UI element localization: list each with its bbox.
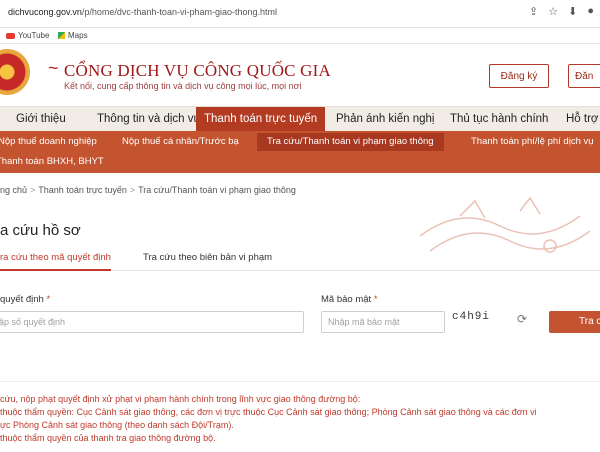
captcha-image: c4h9i [452,311,491,323]
page-title: a cứu hồ sơ [0,222,81,239]
breadcrumb: ng chủ > Thanh toán trực tuyến > Tra cứu/Tha… [0,185,296,195]
nav-item-feedback[interactable]: Phản ánh kiến nghị [336,107,434,132]
url-domain: dichvucong.gov.vn [8,7,82,17]
breadcrumb-separator: > [30,185,36,195]
decision-number-input[interactable]: ập số quyết định [0,311,304,333]
security-code-label: Mã bảo mật * [321,294,378,305]
profile-icon[interactable]: ● [587,5,594,18]
note-line: thuộc thẩm quyền của thanh tra giao thôn… [0,433,216,443]
breadcrumb-separator: > [129,185,136,195]
bookmark-label: Maps [68,31,88,40]
login-button[interactable]: Đăn [568,64,600,88]
bookmark-maps[interactable]: Maps [58,31,88,40]
share-icon[interactable]: ⇪ [529,5,538,18]
decision-number-label: quyết định * [0,294,51,305]
subnav-item-social-insurance[interactable]: Thanh toán BHXH, BHYT [0,153,104,171]
maps-icon [58,32,65,39]
site-title[interactable]: CỔNG DỊCH VỤ CÔNG QUỐC GIA [64,61,331,81]
download-icon[interactable]: ⬇ [568,5,577,18]
search-button[interactable]: Tra c [549,311,600,333]
nav-item-info-services[interactable]: Thông tin và dịch vụ [97,107,200,132]
breadcrumb-current: Tra cứu/Thanh toán vi phạm giao thông [138,185,296,195]
divider [0,381,600,382]
nav-item-support[interactable]: Hỗ trợ [566,107,598,132]
note-line: cứu, nộp phạt quyết định xử phạt vi phạm… [0,394,361,404]
note-line: thuộc thẩm quyền: Cục Cảnh sát giao thôn… [0,407,537,417]
national-emblem-logo[interactable] [0,49,30,95]
register-button[interactable]: Đăng ký [489,64,549,88]
url-text[interactable]: dichvucong.gov.vn/p/home/dvc-thanh-toan-… [8,7,277,17]
youtube-icon [6,32,15,39]
subnav-item-personal-tax[interactable]: Nộp thuế cá nhân/Trước bạ [122,133,239,151]
breadcrumb-home[interactable]: ng chủ [0,185,27,195]
bookmark-youtube[interactable]: YouTube [6,31,49,40]
bird-logo-icon: ~ [48,58,59,78]
subnav-item-business-tax[interactable]: Nộp thuế doanh nghiệp [0,133,97,151]
star-icon[interactable]: ☆ [548,5,558,18]
bookmarks-bar: YouTube Maps [0,28,600,44]
site-subtitle: Kết nối, cung cấp thông tin và dịch vụ c… [64,81,302,91]
main-navigation: Giới thiệu Thông tin và dịch vụ Thanh to… [0,106,600,132]
sub-navigation: Nộp thuế doanh nghiệp Nộp thuế cá nhân/T… [0,131,600,173]
tab-search-by-decision[interactable]: ra cứu theo mã quyết định [0,249,111,271]
browser-address-bar[interactable]: dichvucong.gov.vn/p/home/dvc-thanh-toan-… [0,0,600,28]
nav-item-about[interactable]: Giới thiệu [16,107,66,132]
bookmark-label: YouTube [18,31,50,40]
site-header: ~ CỔNG DỊCH VỤ CÔNG QUỐC GIA Kết nối, cu… [0,44,600,106]
tab-search-by-record[interactable]: Tra cứu theo biên bản vi phạm [143,249,272,271]
refresh-icon[interactable]: ⟳ [517,312,527,326]
subnav-item-traffic-violation[interactable]: Tra cứu/Thanh toán vi phạm giao thông [257,133,444,151]
nav-item-procedures[interactable]: Thủ tục hành chính [450,107,548,132]
nav-item-online-payment[interactable]: Thanh toán trực tuyến [196,107,326,132]
subnav-item-fees[interactable]: Thanh toán phí/lệ phí dịch vụ [471,133,594,151]
search-tabs: ra cứu theo mã quyết định Tra cứu theo b… [0,245,600,271]
note-line: ực Phòng Cảnh sát giao thông (theo danh … [0,420,234,430]
security-code-input[interactable]: Nhập mã bảo mật [321,311,445,333]
url-path: /p/home/dvc-thanh-toan-vi-pham-giao-thon… [81,7,277,17]
breadcrumb-online-payment[interactable]: Thanh toán trực tuyến [38,185,127,195]
